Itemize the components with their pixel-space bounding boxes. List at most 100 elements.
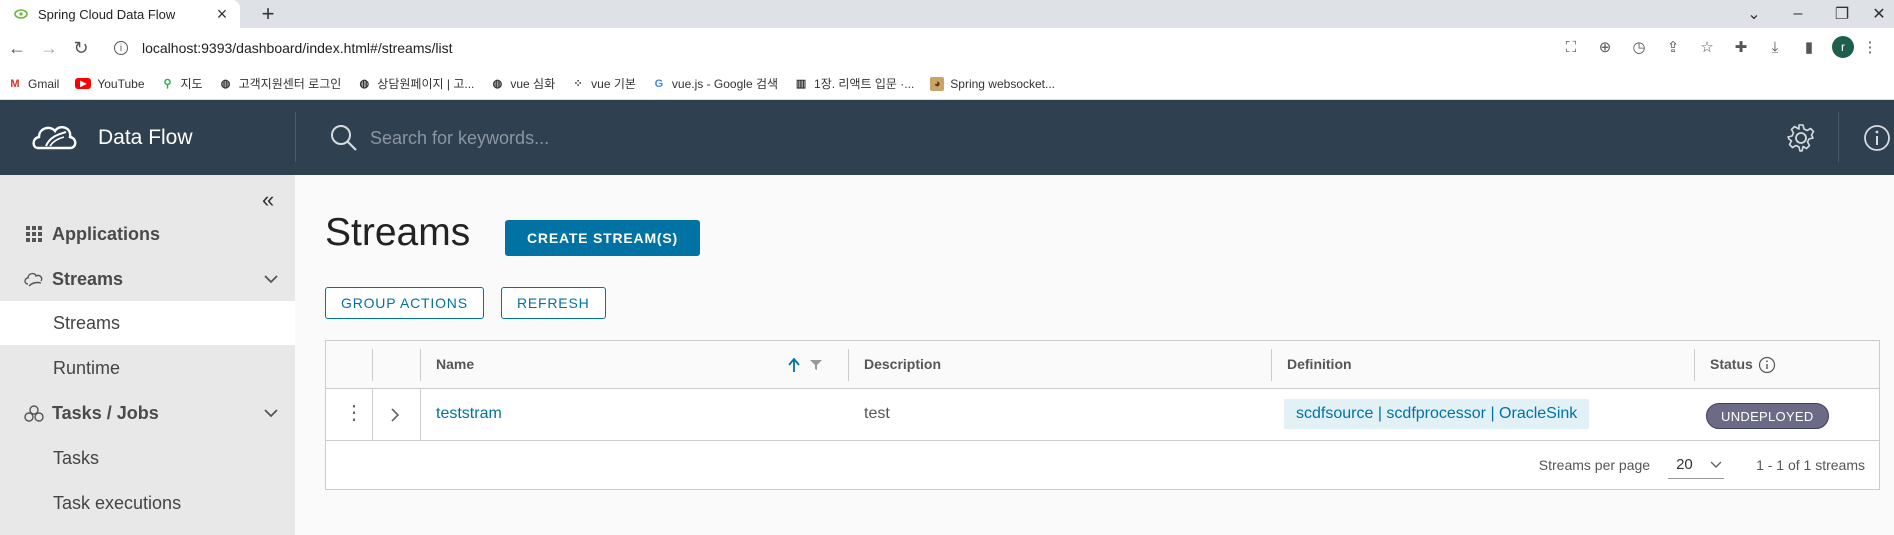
- sidebar-item-runtime[interactable]: Runtime: [0, 346, 295, 390]
- translate-icon[interactable]: ⛶: [1560, 36, 1582, 58]
- bookmark-maps[interactable]: ⚲ 지도: [161, 75, 203, 92]
- header-divider: [295, 112, 296, 162]
- column-header-description[interactable]: Description: [864, 356, 941, 372]
- bookmark-support-login[interactable]: ◍ 고객지원센터 로그인: [219, 75, 342, 92]
- chevron-down-icon: [264, 409, 278, 418]
- stream-definition-chip: scdfsource | scdfprocessor | OracleSink: [1284, 399, 1590, 429]
- page-size-select[interactable]: 20: [1668, 451, 1725, 479]
- globe-icon: ◍: [220, 78, 231, 90]
- filter-icon[interactable]: [810, 359, 822, 371]
- share-icon[interactable]: ⇪: [1662, 36, 1684, 58]
- sort-ascending-icon[interactable]: [787, 357, 801, 373]
- column-header-status[interactable]: Status: [1710, 356, 1753, 372]
- sidebar-item-streams[interactable]: Streams: [0, 301, 295, 345]
- brand[interactable]: Data Flow: [30, 118, 193, 158]
- browser-toolbar: ← → ↻ i localhost:9393/dashboard/index.h…: [0, 28, 1894, 68]
- column-separator: [372, 389, 373, 441]
- bookmark-label: vue.js - Google 검색: [671, 77, 779, 91]
- app-header: Data Flow: [0, 100, 1894, 175]
- bookmark-gmail[interactable]: M Gmail: [8, 77, 59, 91]
- minimize-icon[interactable]: –: [1776, 0, 1820, 28]
- extensions-icon[interactable]: ✚: [1730, 36, 1752, 58]
- stream-name-link[interactable]: teststram: [436, 405, 502, 423]
- bookmark-react-intro[interactable]: ▥ 1장. 리액트 입문 ·...: [794, 75, 914, 92]
- datagrid-footer: Streams per page 20 1 - 1 of 1 streams: [326, 441, 1879, 489]
- tasks-icon: [24, 403, 44, 423]
- reload-icon[interactable]: ↻: [66, 33, 96, 63]
- bookmark-vue-advanced[interactable]: ◍ vue 심화: [490, 75, 556, 92]
- status-badge: UNDEPLOYED: [1706, 403, 1829, 429]
- sidebar-item-applications[interactable]: Applications: [0, 212, 295, 256]
- side-panel-icon[interactable]: ▮: [1798, 36, 1820, 58]
- close-window-icon[interactable]: ✕: [1864, 0, 1894, 28]
- sidebar-item-label: Tasks / Jobs: [52, 402, 159, 423]
- collapse-sidebar-icon[interactable]: «: [262, 187, 274, 213]
- gmail-icon: M: [10, 77, 20, 90]
- global-search[interactable]: [330, 120, 1030, 156]
- gear-icon[interactable]: [1786, 123, 1816, 153]
- close-tab-icon[interactable]: ×: [214, 5, 230, 23]
- tab-search-icon[interactable]: ⌄: [1732, 0, 1776, 28]
- streams-cloud-icon: [24, 269, 44, 289]
- forward-icon[interactable]: →: [34, 33, 64, 63]
- google-icon: G: [654, 77, 664, 90]
- restore-icon[interactable]: ❐: [1820, 0, 1864, 28]
- globe-icon: ◍: [359, 78, 370, 90]
- bookmark-label: Spring websocket...: [950, 76, 1055, 91]
- site-info-icon[interactable]: i: [114, 41, 128, 55]
- sidebar-item-label: Tasks: [53, 447, 100, 468]
- dog-icon: ◕: [930, 76, 945, 91]
- apps-grid-icon: [24, 224, 44, 244]
- bookmark-label: 1장. 리액트 입문 ·...: [814, 77, 915, 91]
- header-divider: [1838, 112, 1839, 162]
- profile-avatar[interactable]: r: [1832, 36, 1854, 58]
- bookmark-vue-google[interactable]: G vue.js - Google 검색: [652, 75, 778, 92]
- toolbar-icons: ⛶ ⊕ ◷ ⇪ ☆ ✚ ⤓ ▮ r ⋮: [1560, 36, 1878, 58]
- brand-name: Data Flow: [98, 126, 193, 149]
- globe-icon: ◍: [492, 78, 503, 90]
- back-icon[interactable]: ←: [2, 33, 32, 63]
- status-info-icon[interactable]: [1758, 356, 1776, 374]
- chevron-down-icon: [1710, 461, 1722, 468]
- bookmark-label: 고객지원센터 로그인: [238, 77, 342, 91]
- row-actions-icon[interactable]: ⋮: [344, 403, 364, 423]
- sidebar-item-tasks[interactable]: Tasks: [0, 436, 295, 480]
- stream-description: test: [864, 405, 890, 422]
- menu-icon[interactable]: ⋮: [1863, 36, 1878, 58]
- table-row: ⋮ teststram test scdfsource | scdfproces…: [326, 389, 1879, 441]
- sidebar-item-label: Runtime: [53, 357, 121, 378]
- sidebar-item-label: Streams: [53, 312, 121, 333]
- main-content: Streams CREATE STREAM(S) GROUP ACTIONS R…: [295, 175, 1894, 535]
- browser-tab[interactable]: Spring Cloud Data Flow ×: [0, 0, 240, 28]
- sidebar-group-tasks-jobs[interactable]: Tasks / Jobs: [0, 391, 295, 435]
- info-icon[interactable]: [1862, 123, 1892, 153]
- streams-datagrid: Name Description Definition Status ⋮ tes…: [325, 340, 1880, 490]
- bookmark-agent-page[interactable]: ◍ 상담원페이지 | 고...: [357, 75, 474, 92]
- data-flow-logo-icon: [32, 125, 77, 150]
- sidebar-item-label: Task executions: [53, 492, 182, 513]
- column-separator: [372, 349, 373, 381]
- group-actions-button[interactable]: GROUP ACTIONS: [325, 287, 484, 319]
- bookmark-youtube[interactable]: ▶ YouTube: [75, 77, 145, 91]
- url-text: localhost:9393/dashboard/index.html#/str…: [142, 40, 453, 56]
- sidebar-group-streams[interactable]: Streams: [0, 257, 295, 301]
- column-separator: [420, 349, 421, 381]
- chevron-right-icon[interactable]: [389, 408, 401, 422]
- bookmark-spring-websocket[interactable]: ◕ Spring websocket...: [930, 76, 1055, 91]
- bookmark-label: vue 기본: [591, 77, 636, 91]
- zoom-icon[interactable]: ⊕: [1594, 36, 1616, 58]
- sidebar-item-task-executions[interactable]: Task executions: [0, 481, 295, 525]
- download-icon[interactable]: ⤓: [1764, 36, 1786, 58]
- column-header-definition[interactable]: Definition: [1287, 356, 1352, 372]
- column-header-name[interactable]: Name: [436, 356, 474, 372]
- new-tab-icon[interactable]: +: [256, 2, 280, 26]
- sidebar-item-label: Streams: [52, 268, 124, 289]
- create-stream-button[interactable]: CREATE STREAM(S): [505, 220, 700, 256]
- search-input[interactable]: [370, 127, 970, 149]
- refresh-button[interactable]: REFRESH: [501, 287, 606, 319]
- bookmark-vue-basic[interactable]: ⁘ vue 기본: [571, 75, 636, 92]
- bookmark-label: 지도: [180, 77, 203, 91]
- performance-icon[interactable]: ◷: [1628, 36, 1650, 58]
- bookmark-star-icon[interactable]: ☆: [1696, 36, 1718, 58]
- url-bar[interactable]: i localhost:9393/dashboard/index.html#/s…: [104, 32, 1604, 64]
